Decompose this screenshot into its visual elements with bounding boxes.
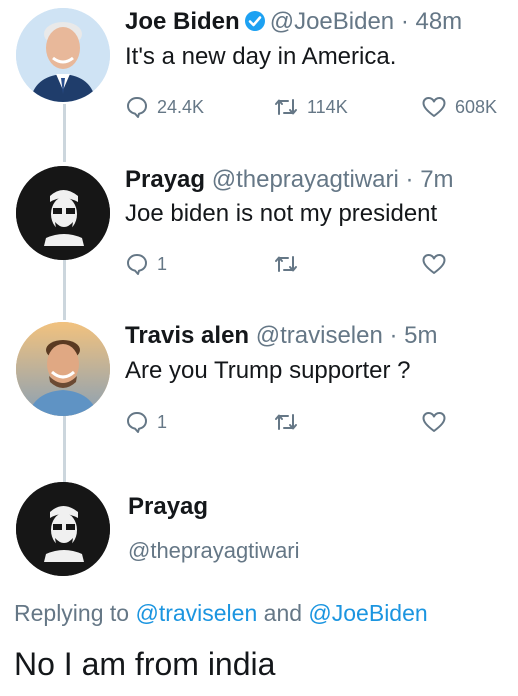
timestamp[interactable]: 48m: [415, 8, 462, 35]
author-handle[interactable]: @theprayagtiwari: [212, 166, 399, 193]
mention-link[interactable]: @traviselen: [135, 600, 257, 626]
like-icon: [421, 252, 447, 276]
author-handle[interactable]: @traviselen: [256, 322, 383, 349]
avatar[interactable]: [16, 8, 110, 102]
tweet-text: No I am from india: [14, 646, 276, 682]
retweet-button[interactable]: [273, 252, 299, 276]
timestamp[interactable]: 7m: [420, 166, 453, 193]
separator: ·: [382, 322, 405, 349]
like-icon: [421, 95, 447, 119]
like-icon: [421, 410, 447, 434]
tweet-header: Prayag @theprayagtiwari · 7m: [125, 166, 454, 194]
tweet-actions: 1: [125, 252, 518, 282]
tweet-text: It's a new day in America.: [125, 43, 397, 70]
tweet-header: Travis alen @traviselen · 5m: [125, 322, 438, 350]
retweet-icon: [273, 410, 299, 434]
thread-line: [63, 104, 66, 162]
retweet-button[interactable]: 114K: [273, 95, 348, 119]
author-name[interactable]: Joe Biden: [125, 8, 240, 35]
reply-button[interactable]: 1: [125, 410, 167, 434]
tweet-actions: 24.4K 114K 608K: [125, 95, 518, 125]
author-name[interactable]: Prayag: [125, 166, 205, 193]
like-count: 608K: [455, 96, 498, 117]
retweet-button[interactable]: [273, 410, 299, 434]
reply-icon: [125, 95, 149, 119]
replying-and: and: [257, 600, 309, 626]
like-button[interactable]: [421, 410, 447, 434]
retweet-icon: [273, 95, 299, 119]
author-handle[interactable]: @JoeBiden: [270, 8, 394, 35]
reply-button[interactable]: 24.4K: [125, 95, 204, 119]
reply-icon: [125, 252, 149, 276]
retweet-count: 114K: [307, 96, 348, 117]
thread-line: [63, 258, 66, 320]
mention-link[interactable]: @JoeBiden: [308, 600, 427, 626]
tweet-header: Joe Biden @JoeBiden · 48m: [125, 8, 462, 39]
replying-to: Replying to @traviselen and @JoeBiden: [14, 600, 428, 627]
thread-line: [63, 415, 66, 485]
verified-badge-icon: [244, 10, 266, 39]
tweet-actions: 1: [125, 410, 518, 440]
avatar[interactable]: [16, 482, 110, 576]
replying-prefix: Replying to: [14, 600, 136, 626]
tweet-text: Joe biden is not my president: [125, 200, 438, 227]
reply-button[interactable]: 1: [125, 252, 167, 276]
separator: ·: [398, 166, 421, 193]
retweet-icon: [273, 252, 299, 276]
reply-icon: [125, 410, 149, 434]
reply-count: 24.4K: [157, 96, 205, 117]
author-handle[interactable]: @theprayagtiwari: [128, 538, 300, 564]
like-button[interactable]: 608K: [421, 95, 497, 119]
author-name[interactable]: Travis alen: [125, 322, 249, 349]
reply-count: 1: [157, 411, 168, 432]
author-name[interactable]: Prayag: [128, 493, 208, 521]
tweet-text: Are you Trump supporter ?: [125, 357, 411, 384]
separator: ·: [394, 8, 416, 35]
reply-count: 1: [157, 253, 168, 274]
avatar[interactable]: [16, 166, 110, 260]
timestamp[interactable]: 5m: [404, 322, 437, 349]
like-button[interactable]: [421, 252, 447, 276]
avatar[interactable]: [16, 322, 110, 416]
